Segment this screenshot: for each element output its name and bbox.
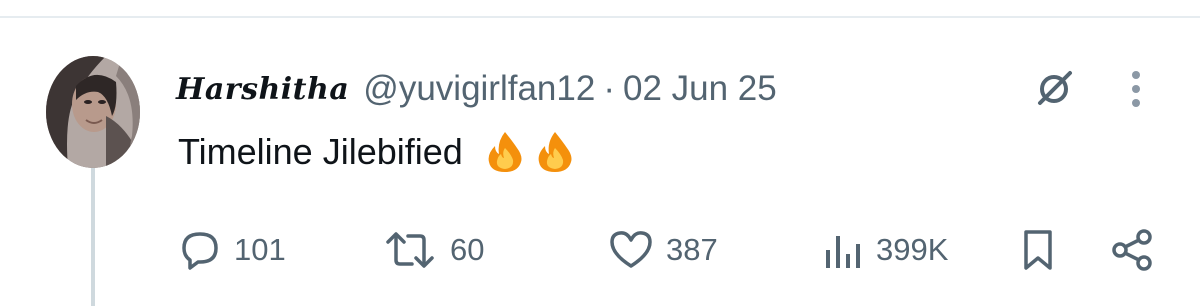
tweet-actions: 101 60 387 399K bbox=[176, 222, 1166, 278]
repost-icon bbox=[386, 232, 434, 268]
bookmark-button[interactable] bbox=[1018, 222, 1058, 278]
like-button[interactable]: 387 bbox=[608, 222, 718, 278]
reply-button[interactable]: 101 bbox=[178, 222, 286, 278]
share-icon bbox=[1112, 229, 1152, 271]
grok-button[interactable] bbox=[1026, 66, 1082, 112]
separator-dot: · bbox=[603, 69, 615, 108]
more-icon bbox=[1132, 71, 1140, 107]
tweet-header: Harshitha @yuvigirlfan12 · 02 Jun 25 bbox=[176, 66, 777, 112]
like-count: 387 bbox=[666, 232, 718, 267]
repost-button[interactable]: 60 bbox=[382, 222, 484, 278]
heart-icon bbox=[610, 231, 652, 268]
tweet-body: Timeline Jilebified bbox=[178, 128, 577, 176]
tweet-date[interactable]: 02 Jun 25 bbox=[623, 69, 777, 109]
tweet-screenshot: Harshitha @yuvigirlfan12 · 02 Jun 25 Tim… bbox=[0, 0, 1200, 306]
divider bbox=[0, 16, 1200, 18]
views-button[interactable]: 399K bbox=[820, 222, 948, 278]
fire-emoji bbox=[483, 130, 527, 174]
tweet-text: Timeline Jilebified bbox=[178, 131, 463, 172]
share-button[interactable] bbox=[1110, 222, 1156, 278]
reply-icon bbox=[182, 232, 218, 270]
reply-count: 101 bbox=[234, 232, 286, 267]
thread-connector bbox=[91, 168, 95, 306]
more-button[interactable] bbox=[1116, 64, 1156, 114]
repost-count: 60 bbox=[450, 232, 485, 267]
view-count: 399K bbox=[876, 232, 949, 267]
views-icon bbox=[826, 236, 860, 268]
author-handle[interactable]: @yuvigirlfan12 bbox=[363, 69, 595, 109]
bookmark-icon bbox=[1024, 230, 1052, 270]
grok-icon bbox=[1038, 71, 1072, 105]
avatar-image bbox=[46, 56, 140, 168]
avatar[interactable] bbox=[46, 56, 140, 168]
fire-emoji bbox=[533, 130, 577, 174]
author-display-name[interactable]: Harshitha bbox=[176, 72, 349, 107]
